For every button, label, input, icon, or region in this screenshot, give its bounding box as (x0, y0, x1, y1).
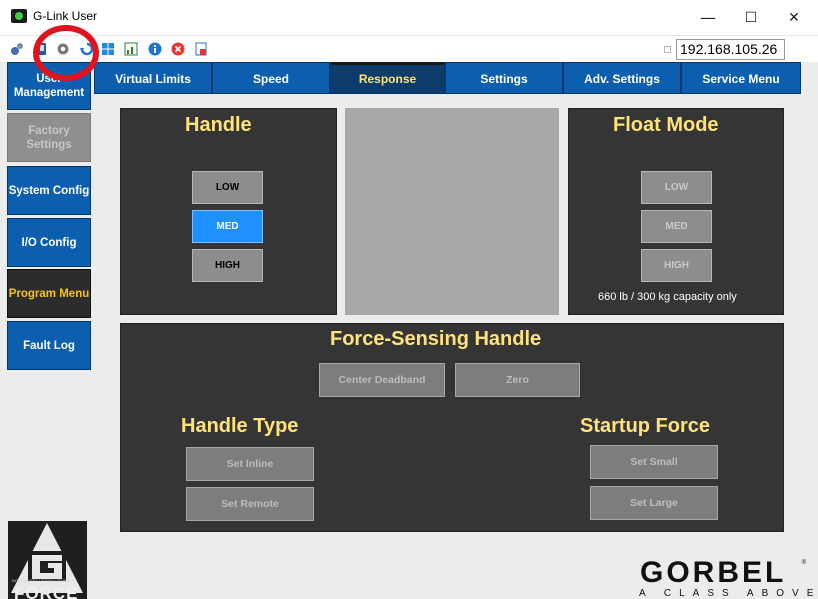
startup-force-title: Startup Force (580, 415, 711, 437)
set-remote-button[interactable]: Set Remote (186, 487, 314, 521)
window-title: G-Link User (33, 9, 98, 23)
set-large-button[interactable]: Set Large (590, 486, 718, 520)
handle-high-button[interactable]: HIGH (192, 249, 263, 282)
info-icon[interactable] (148, 42, 162, 56)
float-low-button: LOW (641, 171, 712, 204)
handle-low-button[interactable]: LOW (192, 171, 263, 204)
gorbel-logo: GORBEL ® A CLASS ABOVE (635, 556, 818, 599)
tab-response[interactable]: Response (330, 62, 445, 94)
close-button[interactable]: ✕ (774, 6, 814, 30)
tab-service-menu[interactable]: Service Menu (681, 62, 801, 94)
config-icon[interactable] (10, 42, 24, 56)
export-icon[interactable] (194, 42, 208, 56)
stop-icon[interactable] (171, 42, 185, 56)
handle-title: Handle (185, 114, 252, 136)
float-high-button: HIGH (641, 249, 712, 282)
float-mode-title: Float Mode (613, 114, 719, 136)
title-bar: G-Link User — ☐ ✕ (0, 0, 818, 36)
tab-virtual-limits[interactable]: Virtual Limits (94, 62, 212, 94)
sidebar-item-fault-log[interactable]: Fault Log (7, 321, 91, 370)
gorbel-registered-mark: ® (801, 560, 806, 566)
gorbel-word: GORBEL (640, 556, 787, 589)
app-icon (11, 9, 27, 23)
sidebar-item-program-menu[interactable]: Program Menu (7, 269, 91, 318)
chart-icon[interactable] (124, 42, 138, 56)
ip-address-field[interactable]: 192.168.105.26 (676, 39, 785, 60)
float-med-button: MED (641, 210, 712, 243)
ip-checkbox[interactable] (664, 46, 671, 53)
handle-type-title: Handle Type (181, 415, 299, 437)
handle-med-button[interactable]: MED (192, 210, 263, 243)
highlight-circle (33, 25, 99, 81)
sidebar-item-io-config[interactable]: I/O Config (7, 218, 91, 267)
maximize-button[interactable]: ☐ (731, 6, 771, 30)
gforce-word: FORCE (14, 584, 79, 599)
set-small-button[interactable]: Set Small (590, 445, 718, 479)
tab-settings[interactable]: Settings (445, 62, 563, 94)
gorbel-tagline: A CLASS ABOVE (639, 588, 818, 599)
gforce-tagline: INTELLIGENT LIFTING DEVICE (12, 578, 71, 583)
gforce-logo: INTELLIGENT LIFTING DEVICE FORCE (8, 521, 87, 599)
tab-speed[interactable]: Speed (212, 62, 330, 94)
tab-adv-settings[interactable]: Adv. Settings (563, 62, 681, 94)
set-inline-button[interactable]: Set Inline (186, 447, 314, 481)
zero-button[interactable]: Zero (455, 363, 580, 397)
center-deadband-button[interactable]: Center Deadband (319, 363, 445, 397)
force-sensing-title: Force-Sensing Handle (330, 328, 542, 350)
empty-panel (345, 108, 559, 315)
sidebar-item-system-config[interactable]: System Config (7, 166, 91, 215)
float-capacity-note: 660 lb / 300 kg capacity only (598, 291, 737, 303)
windows-icon[interactable] (101, 42, 115, 56)
minimize-button[interactable]: — (688, 6, 728, 30)
sidebar-item-factory-settings: Factory Settings (7, 113, 91, 162)
